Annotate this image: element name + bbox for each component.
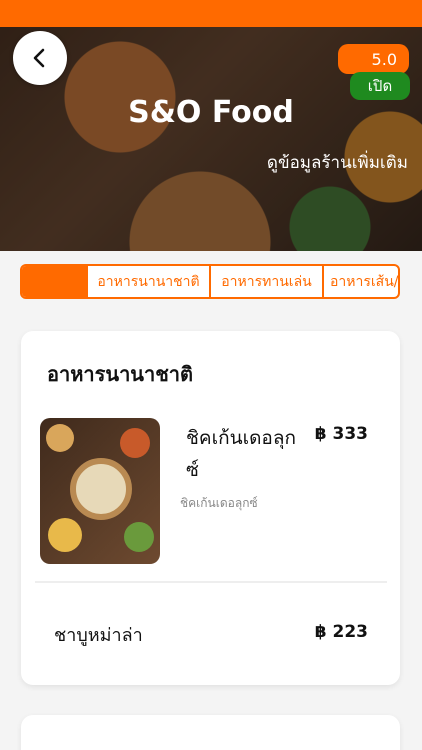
section-title: อาหารนานาชาติ (47, 362, 193, 386)
menu-item-name[interactable]: ชิคเก้นเดอลุกซ์ (186, 422, 306, 486)
more-info-link[interactable]: ดูข้อมูลร้านเพิ่มเติม (267, 149, 408, 176)
shop-name: S&O Food (128, 95, 294, 130)
tab-all[interactable] (22, 266, 86, 297)
menu-item-price: ฿ 333 (314, 424, 368, 444)
plate-shape (70, 458, 132, 520)
rating-badge: 5.0 (338, 44, 409, 74)
tab-noodles[interactable]: อาหารเส้น/ (322, 266, 398, 297)
divider (35, 581, 387, 583)
category-tabs: อาหารนานาชาติ อาหารทานเล่น อาหารเส้น/ (20, 264, 400, 299)
menu-section-card (21, 715, 400, 750)
bowl-shape (46, 424, 74, 452)
bowl-shape (124, 522, 154, 552)
menu-item-price: ฿ 223 (314, 622, 368, 642)
tab-snacks[interactable]: อาหารทานเล่น (209, 266, 322, 297)
menu-item-description: ชิคเก้นเดอลุกซ์ (180, 496, 258, 510)
tab-international[interactable]: อาหารนานาชาติ (86, 266, 209, 297)
status-bar (0, 0, 422, 27)
back-button[interactable] (13, 31, 67, 85)
bowl-shape (48, 518, 82, 552)
bowl-shape (120, 428, 150, 458)
food-image[interactable] (40, 418, 160, 564)
menu-item-name[interactable]: ชาบูหม่าล่า (54, 620, 143, 649)
menu-section-card: อาหารนานาชาติ ชิคเก้นเดอลุกซ์ ฿ 333 ชิคเ… (21, 331, 400, 685)
chevron-left-icon (33, 48, 45, 68)
